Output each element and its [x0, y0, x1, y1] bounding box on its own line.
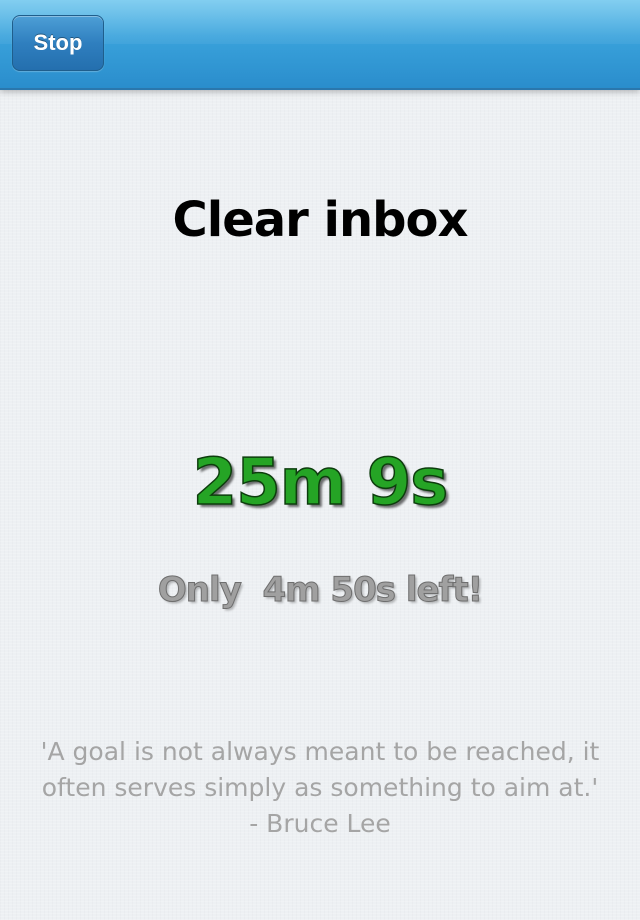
motivational-quote: 'A goal is not always meant to be reache… — [40, 737, 600, 838]
task-title: Clear inbox — [172, 192, 469, 248]
navigation-bar: Stop — [0, 0, 640, 90]
stop-button[interactable]: Stop — [12, 15, 104, 71]
remaining-time-message: Only 4m 50s left! — [157, 570, 483, 611]
elapsed-timer: 25m 9s — [192, 445, 449, 521]
